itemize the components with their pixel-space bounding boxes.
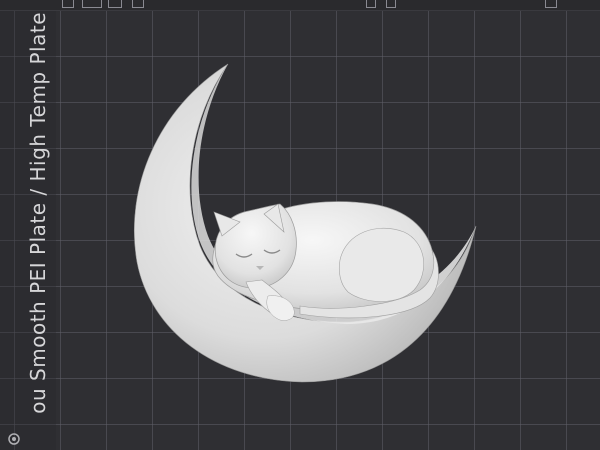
- bambu-icon: [8, 433, 20, 445]
- cat-moon-model[interactable]: [0, 0, 600, 450]
- cat-head: [214, 203, 297, 289]
- cat-haunch: [338, 228, 424, 302]
